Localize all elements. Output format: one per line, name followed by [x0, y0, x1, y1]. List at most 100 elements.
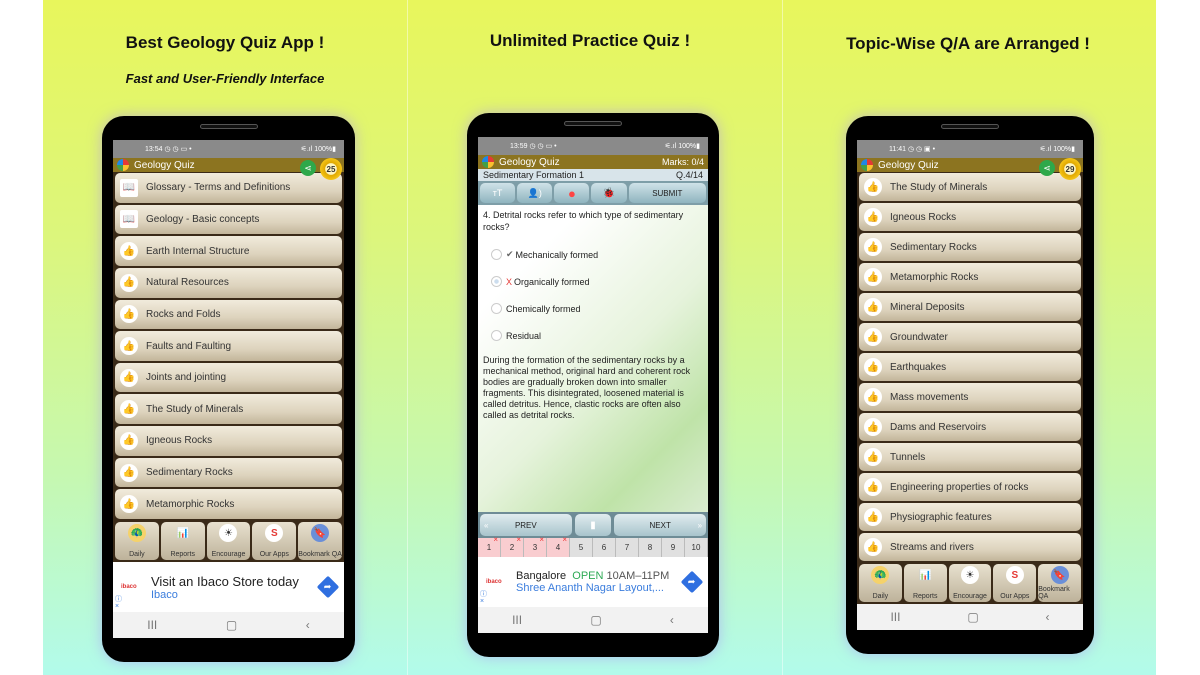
- radio-button[interactable]: [491, 303, 502, 314]
- answer-option[interactable]: X Organically formed: [483, 268, 703, 295]
- topic-list-item[interactable]: 👍 The Study of Minerals: [859, 173, 1081, 201]
- recent-apps-button[interactable]: III: [890, 610, 900, 624]
- topic-list-item[interactable]: 👍 Groundwater: [859, 323, 1081, 351]
- ad-address[interactable]: Shree Ananth Nagar Layout,...: [516, 582, 684, 594]
- bottom-button-encourage[interactable]: ☀ Encourage: [206, 522, 251, 560]
- bottom-button-our-apps[interactable]: S Our Apps: [993, 564, 1037, 602]
- ad-banner[interactable]: ibaco Visit an Ibaco Store today Ibaco ➦…: [113, 562, 344, 612]
- question-jump-button[interactable]: 10: [685, 538, 708, 557]
- bottom-button-reports[interactable]: 📊 Reports: [160, 522, 205, 560]
- recent-apps-button[interactable]: III: [147, 618, 157, 632]
- home-button[interactable]: ▢: [590, 613, 601, 627]
- ad-headline[interactable]: Bangalore OPEN 10AM–11PM: [516, 570, 684, 582]
- back-button[interactable]: ‹: [670, 613, 674, 627]
- ad-advertiser[interactable]: Ibaco: [151, 589, 320, 601]
- question-jump-button[interactable]: 4: [547, 535, 570, 557]
- thumbs-up-icon: 👍: [120, 337, 138, 356]
- topic-list-item[interactable]: 👍 Metamorphic Rocks: [115, 489, 342, 520]
- topic-list-item[interactable]: 👍 Dams and Reservoirs: [859, 413, 1081, 441]
- topic-list-item[interactable]: 📖 Geology - Basic concepts: [115, 204, 342, 235]
- topic-list-item[interactable]: 👍 Sedimentary Rocks: [115, 457, 342, 488]
- thumbs-up-icon: 👍: [864, 208, 882, 226]
- topic-label: Igneous Rocks: [890, 211, 957, 223]
- topic-list-item[interactable]: 👍 Igneous Rocks: [115, 426, 342, 456]
- status-bar: 13:59 ◷ ◷ ▭ • ⚟.ıl 100%▮: [478, 137, 708, 155]
- back-button[interactable]: ‹: [1046, 610, 1050, 624]
- score-medal[interactable]: 25: [320, 158, 342, 180]
- home-button[interactable]: ▢: [226, 618, 237, 632]
- question-jump-button[interactable]: 7: [616, 538, 639, 557]
- report-bug-button[interactable]: 🐞: [591, 183, 627, 203]
- android-nav-bar: III ▢ ‹: [478, 607, 708, 633]
- speak-button[interactable]: 👤): [517, 183, 553, 203]
- app-bar: Geology Quiz Marks: 0/4: [478, 155, 708, 169]
- question-jump-button[interactable]: 2: [501, 535, 524, 557]
- radio-button[interactable]: [491, 276, 502, 287]
- topic-list-item[interactable]: 👍 Sedimentary Rocks: [859, 233, 1081, 261]
- question-jump-button[interactable]: 1: [478, 535, 501, 557]
- question-jump-button[interactable]: 5: [570, 538, 593, 557]
- bottom-button-our-apps[interactable]: S Our Apps: [252, 522, 297, 560]
- back-button[interactable]: ‹: [306, 618, 310, 632]
- bookmark-qa-icon: 🔖: [1050, 566, 1069, 584]
- answer-option[interactable]: Residual: [483, 322, 703, 349]
- home-screen: 13:54 ◷ ◷ ▭ • ⚟.ıl 100%▮ Geology Quiz ⋖ …: [113, 140, 344, 638]
- bottom-toolbar: 🦚 Daily 📊 Reports ☀ Encourage S Our Apps 🔖 Bookma…: [857, 562, 1083, 604]
- topic-label: Joints and jointing: [146, 372, 227, 384]
- score-medal[interactable]: 29: [1059, 158, 1081, 180]
- topic-list-item[interactable]: 👍 Physiographic features: [859, 503, 1081, 531]
- ad-info-icon[interactable]: ⓘ ×: [480, 591, 487, 605]
- topic-list-item[interactable]: 👍 Mass movements: [859, 383, 1081, 411]
- bottom-button-bookmark-qa[interactable]: 🔖 Bookmark QA: [298, 522, 342, 560]
- topic-list-item[interactable]: 👍 Faults and Faulting: [115, 331, 342, 361]
- ad-banner[interactable]: ibaco Bangalore OPEN 10AM–11PM Shree Ana…: [478, 557, 708, 607]
- question-jump-button[interactable]: 8: [639, 538, 662, 557]
- radio-button[interactable]: [491, 330, 502, 341]
- panel1-subline: Fast and User-Friendly Interface: [125, 71, 325, 86]
- topic-list-item[interactable]: 👍 Streams and rivers: [859, 533, 1081, 561]
- radio-button[interactable]: [491, 249, 502, 260]
- question-jump-button[interactable]: 3: [524, 535, 547, 557]
- ad-info-icon[interactable]: ⓘ ×: [115, 596, 122, 610]
- topic-list-item[interactable]: 👍 The Study of Minerals: [115, 394, 342, 425]
- topic-list-item[interactable]: 📖 Glossary - Terms and Definitions: [115, 173, 342, 203]
- topic-list-item[interactable]: 👍 Earthquakes: [859, 353, 1081, 381]
- topic-list-item[interactable]: 👍 Igneous Rocks: [859, 203, 1081, 231]
- home-button[interactable]: ▢: [967, 610, 978, 624]
- directions-icon[interactable]: ➦: [316, 575, 340, 599]
- recent-apps-button[interactable]: III: [512, 613, 522, 627]
- bottom-button-label: Bookmark QA: [298, 551, 342, 558]
- question-jump-button[interactable]: 6: [593, 538, 616, 557]
- bookmark-button[interactable]: ▮: [574, 514, 612, 536]
- ad-headline[interactable]: Visit an Ibaco Store today: [151, 574, 320, 589]
- topic-list-item[interactable]: 👍 Metamorphic Rocks: [859, 263, 1081, 291]
- prev-button[interactable]: « PREV: [480, 514, 572, 536]
- topic-list-item[interactable]: 👍 Engineering properties of rocks: [859, 473, 1081, 501]
- topic-list-item[interactable]: 👍 Natural Resources: [115, 267, 342, 298]
- thumbs-up-icon: 👍: [864, 448, 882, 466]
- answer-option[interactable]: ✔ Mechanically formed: [483, 241, 703, 268]
- bottom-button-reports[interactable]: 📊 Reports: [903, 564, 947, 602]
- theme-button[interactable]: ●: [554, 183, 590, 203]
- share-icon[interactable]: ⋖: [300, 160, 316, 176]
- directions-icon[interactable]: ➦: [680, 570, 704, 594]
- status-indicators: ⚟.ıl 100%▮: [1039, 146, 1075, 153]
- topic-list-item[interactable]: 👍 Earth Internal Structure: [115, 236, 342, 266]
- submit-button[interactable]: SUBMIT: [628, 183, 706, 203]
- topic-list-item[interactable]: 👍 Mineral Deposits: [859, 293, 1081, 321]
- bottom-button-bookmark-qa[interactable]: 🔖 Bookmark QA: [1038, 564, 1081, 602]
- correct-mark-icon: ✔: [506, 249, 514, 259]
- topic-list-item[interactable]: 👍 Joints and jointing: [115, 362, 342, 393]
- share-icon[interactable]: ⋖: [1039, 160, 1055, 176]
- text-size-button[interactable]: тT: [480, 183, 516, 203]
- next-button[interactable]: NEXT »: [614, 514, 707, 536]
- topic-list-item[interactable]: 👍 Tunnels: [859, 443, 1081, 471]
- phone-frame-topics: 11:41 ◷ ◷ ▣ • ⚟.ıl 100%▮ Geology Quiz ⋖ …: [846, 116, 1094, 654]
- bottom-button-daily[interactable]: 🦚 Daily: [115, 522, 159, 560]
- bottom-button-encourage[interactable]: ☀ Encourage: [948, 564, 992, 602]
- answer-option[interactable]: Chemically formed: [483, 295, 703, 322]
- bottom-button-daily[interactable]: 🦚 Daily: [859, 564, 902, 602]
- topic-list-item[interactable]: 👍 Rocks and Folds: [115, 299, 342, 330]
- option-label: Residual: [506, 330, 542, 341]
- question-jump-button[interactable]: 9: [662, 538, 685, 557]
